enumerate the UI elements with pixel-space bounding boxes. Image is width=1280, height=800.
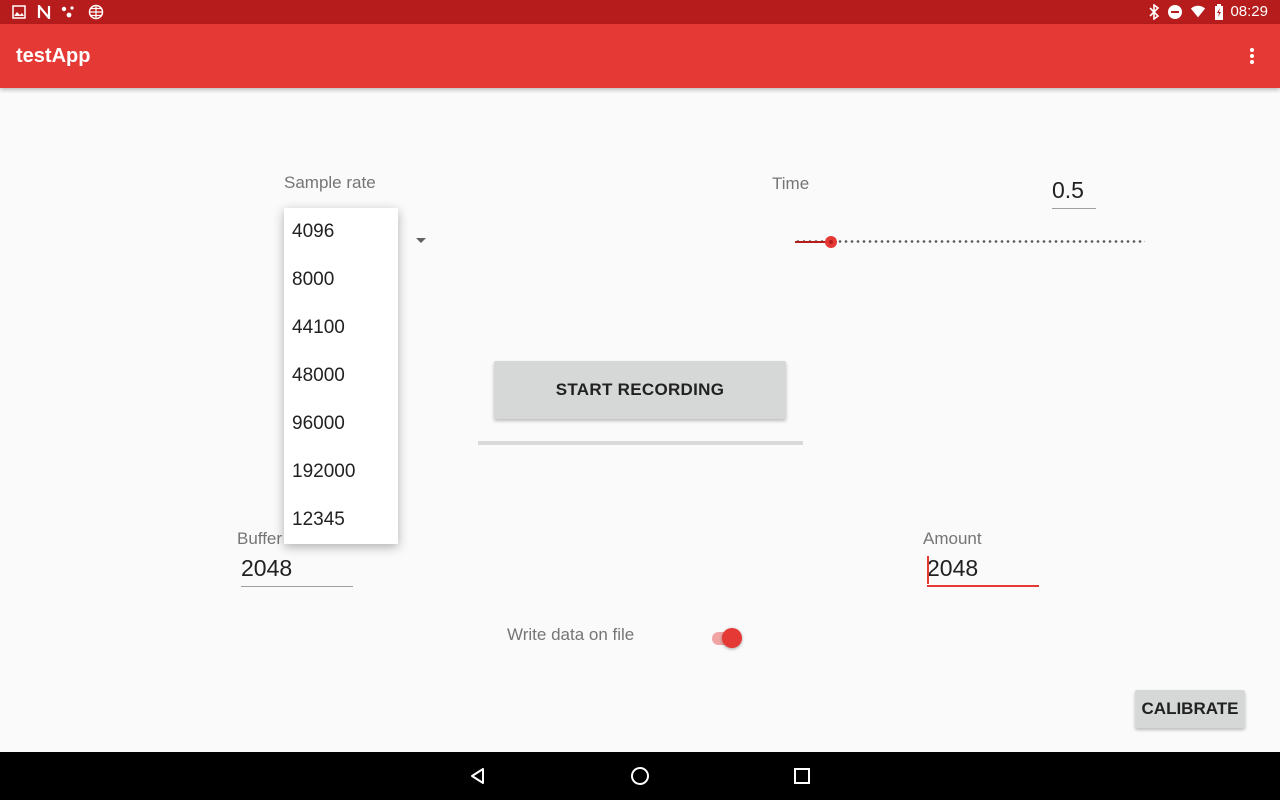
dropdown-option-4096[interactable]: 4096 xyxy=(284,208,398,256)
do-not-disturb-icon xyxy=(1167,4,1183,20)
time-slider[interactable] xyxy=(795,232,1145,252)
amount-input-underline xyxy=(927,585,1039,587)
calibrate-button[interactable]: CALIBRATE xyxy=(1135,690,1245,728)
dropdown-option-48000[interactable]: 48000 xyxy=(284,352,398,400)
slider-track xyxy=(795,240,1145,243)
wifi-icon xyxy=(1190,4,1206,20)
battery-icon xyxy=(1211,4,1227,20)
dropdown-option-8000[interactable]: 8000 xyxy=(284,256,398,304)
app-title: testApp xyxy=(16,45,91,67)
switch-thumb[interactable] xyxy=(722,628,742,648)
start-recording-button[interactable]: START RECORDING xyxy=(494,361,786,419)
recording-progress-bar xyxy=(478,441,803,445)
write-data-label: Write data on file xyxy=(507,625,635,644)
n-logo-icon xyxy=(36,4,52,20)
status-time: 08:29 xyxy=(1230,3,1268,20)
dots-icon xyxy=(61,4,77,20)
back-icon[interactable] xyxy=(466,764,490,788)
buffer-input-underline xyxy=(241,586,353,587)
recents-icon[interactable] xyxy=(790,764,814,788)
amount-label: Amount xyxy=(923,529,982,548)
dropdown-option-192000[interactable]: 192000 xyxy=(284,448,398,496)
sample-rate-label: Sample rate xyxy=(284,173,376,192)
image-icon xyxy=(11,4,27,20)
amount-input[interactable]: 2048 xyxy=(927,555,978,582)
status-bar: 08:29 xyxy=(0,0,1280,24)
screen: 08:29 testApp Sample rate 4096 8000 4410… xyxy=(0,0,1280,800)
dropdown-option-12345[interactable]: 12345 xyxy=(284,496,398,544)
text-cursor xyxy=(927,556,929,584)
app-bar: testApp xyxy=(0,24,1280,88)
dropdown-option-96000[interactable]: 96000 xyxy=(284,400,398,448)
dropdown-arrow-icon[interactable] xyxy=(416,238,426,243)
slider-thumb[interactable] xyxy=(825,236,837,248)
time-value[interactable]: 0.5 xyxy=(1052,177,1084,204)
more-vert-icon[interactable] xyxy=(1240,44,1264,68)
buffer-label: Buffer xyxy=(237,529,283,548)
buffer-input[interactable]: 2048 xyxy=(241,555,292,582)
home-icon[interactable] xyxy=(628,764,652,788)
dropdown-option-44100[interactable]: 44100 xyxy=(284,304,398,352)
write-data-switch[interactable] xyxy=(710,628,746,650)
time-value-underline xyxy=(1052,208,1096,209)
globe-icon xyxy=(88,4,104,20)
navigation-bar xyxy=(0,752,1280,800)
sample-rate-dropdown: 4096 8000 44100 48000 96000 192000 12345 xyxy=(284,208,398,544)
bluetooth-icon xyxy=(1146,4,1162,20)
time-label: Time xyxy=(772,174,810,193)
